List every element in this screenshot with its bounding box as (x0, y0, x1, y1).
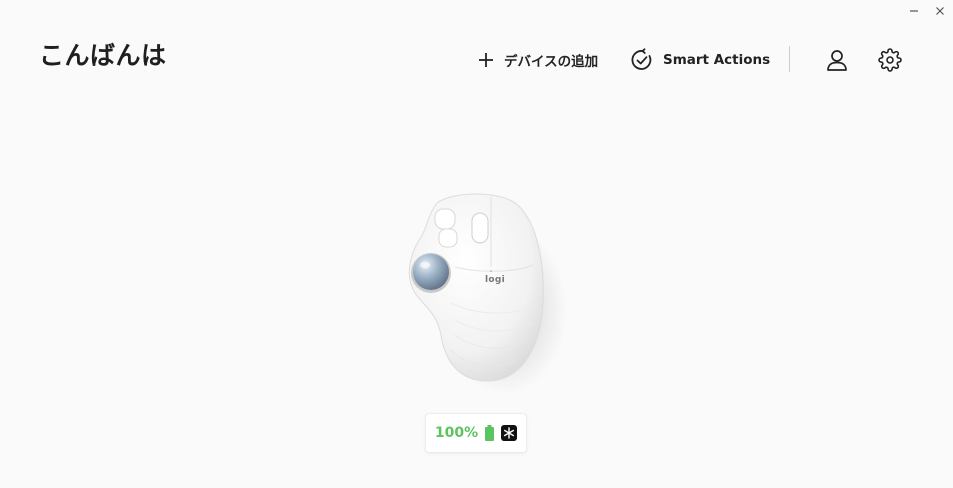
smart-actions-button[interactable]: Smart Actions (630, 46, 770, 74)
user-icon (827, 50, 847, 71)
minimize-icon (910, 10, 918, 12)
smart-actions-icon (631, 48, 652, 70)
close-icon (936, 7, 944, 15)
device-logo: logi (485, 275, 505, 285)
header-divider (789, 46, 790, 72)
add-device-button[interactable]: デバイスの追加 (477, 46, 598, 74)
page-title: こんばんは (39, 41, 167, 70)
smart-actions-label: Smart Actions (663, 52, 771, 68)
add-device-label: デバイスの追加 (504, 54, 599, 70)
device-status-badge: 100% (425, 413, 527, 453)
battery-icon (485, 425, 495, 441)
device-image-trackball-mouse[interactable]: logi (395, 185, 570, 400)
bluetooth-icon (501, 425, 518, 441)
window-controls (901, 2, 953, 20)
plus-icon (479, 53, 493, 67)
battery-percentage: 100% (434, 425, 479, 441)
account-button[interactable] (824, 47, 850, 73)
minimize-button[interactable] (901, 2, 927, 20)
close-button[interactable] (927, 2, 953, 20)
gear-icon (878, 48, 902, 72)
settings-button[interactable] (877, 47, 903, 73)
